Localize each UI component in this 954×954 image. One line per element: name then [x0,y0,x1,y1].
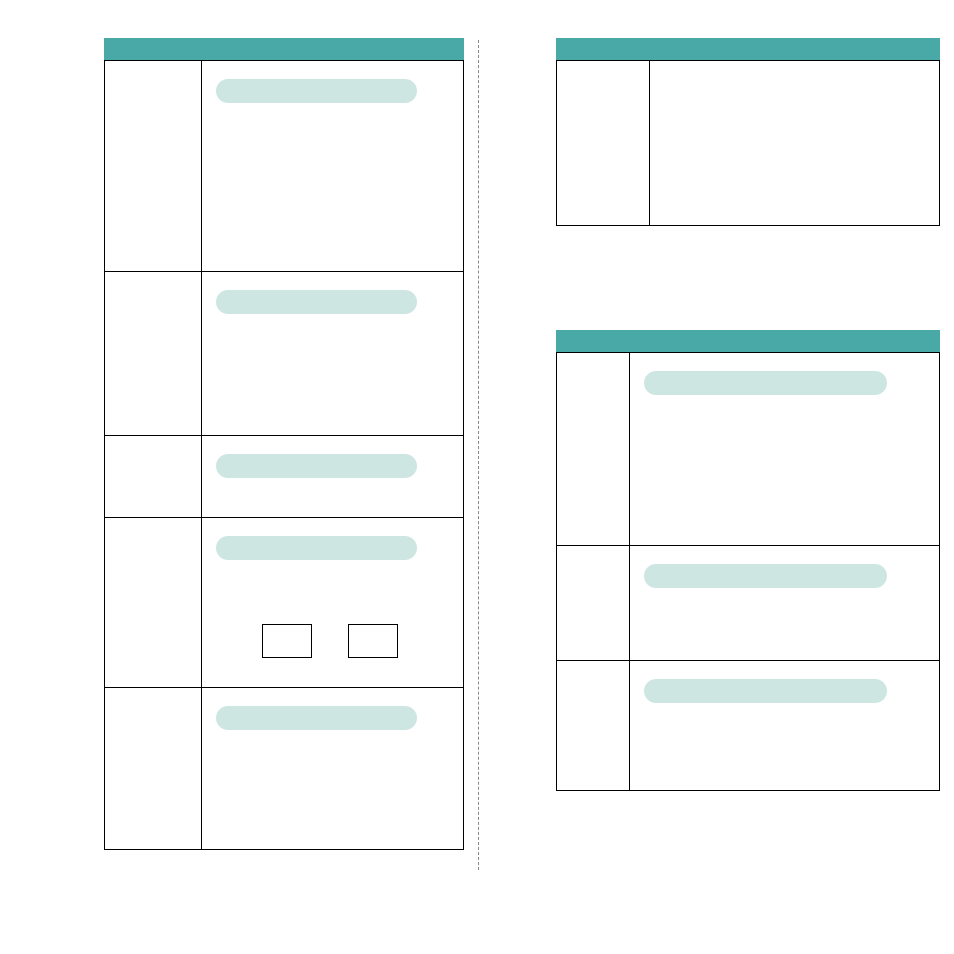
left-pill-2 [216,454,417,478]
bottomright-row-1 [556,546,940,661]
left-cell-3-0 [104,518,202,688]
left-cell-2-0 [104,436,202,518]
left-row-3 [104,518,464,688]
left-cell-4-1 [202,688,464,850]
topright-header-col-1 [650,38,940,60]
left-pill-4 [216,706,417,730]
left-row-4 [104,688,464,850]
left-header-col-1 [202,38,464,60]
bottomright-pill-0 [644,371,887,395]
left-pill-0 [216,79,417,103]
vertical-divider [478,40,479,870]
left-header [104,38,464,60]
left-cell-1-1 [202,272,464,436]
left-cell-4-0 [104,688,202,850]
left-cell-2-1 [202,436,464,518]
left-smallbox-3-b [348,624,398,658]
left-cell-1-0 [104,272,202,436]
bottomright-header-col-0 [556,330,630,352]
bottomright-pill-2 [644,679,887,703]
bottomright-header [556,330,940,352]
bottomright-cell-0-1 [630,352,940,546]
bottomright-cell-1-0 [556,546,630,661]
bottomright-header-col-1 [630,330,940,352]
left-row-2 [104,436,464,518]
bottomright-row-0 [556,352,940,546]
bottomright-cell-2-1 [630,661,940,791]
bottomright-cell-2-0 [556,661,630,791]
left-cell-0-1 [202,60,464,272]
bottomright-cell-0-0 [556,352,630,546]
left-pill-1 [216,290,417,314]
topright-row-0 [556,60,940,226]
topright-cell-0-0 [556,60,650,226]
left-cell-3-1 [202,518,464,688]
bottom-right-table [556,330,940,791]
left-smallbox-3-a [262,624,312,658]
left-header-col-0 [104,38,202,60]
bottomright-cell-1-1 [630,546,940,661]
left-table [104,38,464,850]
left-row-0 [104,60,464,272]
topright-header-col-0 [556,38,650,60]
topright-cell-0-1 [650,60,940,226]
topright-header [556,38,940,60]
left-cell-0-0 [104,60,202,272]
bottomright-row-2 [556,661,940,791]
left-pill-3 [216,536,417,560]
bottomright-pill-1 [644,564,887,588]
top-right-table [556,38,940,226]
canvas [0,0,954,954]
left-row-1 [104,272,464,436]
